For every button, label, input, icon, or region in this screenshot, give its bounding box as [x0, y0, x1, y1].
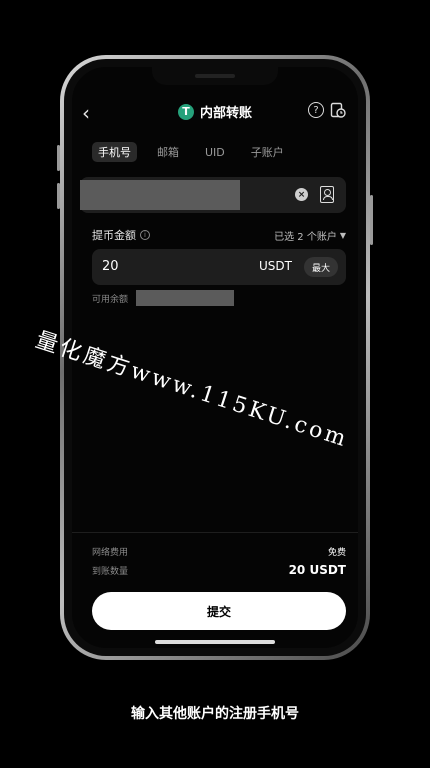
info-icon[interactable]: i — [140, 230, 150, 240]
page-title: 内部转账 — [199, 106, 253, 121]
notch — [152, 67, 278, 85]
caret-down-icon: ▼ — [339, 231, 346, 240]
amount-label: 提币金额 — [92, 229, 136, 242]
submit-button[interactable]: 提交 — [92, 592, 346, 630]
network-fee-value: 免费 — [327, 548, 346, 558]
divider — [72, 532, 358, 533]
account-selector[interactable]: 已选 2 个账户 ▼ — [274, 228, 346, 243]
caption: 输入其他账户的注册手机号 — [131, 706, 299, 722]
tether-icon: T — [177, 103, 194, 120]
history-icon[interactable] — [330, 102, 346, 118]
clear-icon[interactable]: × — [295, 188, 308, 201]
fee-row: 网络费用 免费 — [92, 545, 346, 558]
max-button[interactable]: 最大 — [303, 257, 338, 277]
received-amount-label: 到账数量 — [92, 566, 129, 577]
tab-email[interactable]: 邮箱 — [151, 142, 185, 162]
help-question-icon[interactable]: ? — [308, 102, 324, 118]
network-fee-label: 网络费用 — [92, 548, 129, 558]
available-balance-label: 可用余额 — [92, 294, 129, 305]
back-chevron-left-icon[interactable]: ‹ — [82, 101, 90, 125]
header: ‹ T 内部转账 ? — [72, 99, 358, 127]
phone-number-input[interactable]: × — [80, 177, 346, 213]
currency-label: USDT — [259, 259, 292, 273]
side-button-left-2 — [57, 183, 60, 209]
tab-bar: 手机号 邮箱 UID 子账户 — [92, 142, 290, 162]
tab-uid[interactable]: UID — [199, 144, 231, 161]
title-group: T 内部转账 — [177, 102, 253, 121]
tab-subaccount[interactable]: 子账户 — [245, 142, 290, 162]
selected-accounts-text: 已选 2 个账户 — [274, 232, 337, 243]
received-row: 到账数量 20 USDT — [92, 563, 346, 577]
amount-value: 20 — [102, 259, 119, 274]
redacted-balance — [136, 290, 235, 306]
home-indicator — [155, 640, 275, 644]
contacts-icon[interactable] — [320, 186, 334, 203]
tab-phone[interactable]: 手机号 — [92, 142, 137, 162]
amount-label-group: 提币金额 i — [92, 227, 150, 243]
amount-input[interactable]: 20 USDT 最大 — [92, 249, 346, 285]
balance-row: 可用余额 — [92, 290, 235, 306]
redacted-phone-number — [80, 180, 240, 210]
received-amount-value: 20 USDT — [288, 563, 346, 577]
side-button-left — [57, 145, 60, 171]
side-button-right — [370, 195, 373, 245]
